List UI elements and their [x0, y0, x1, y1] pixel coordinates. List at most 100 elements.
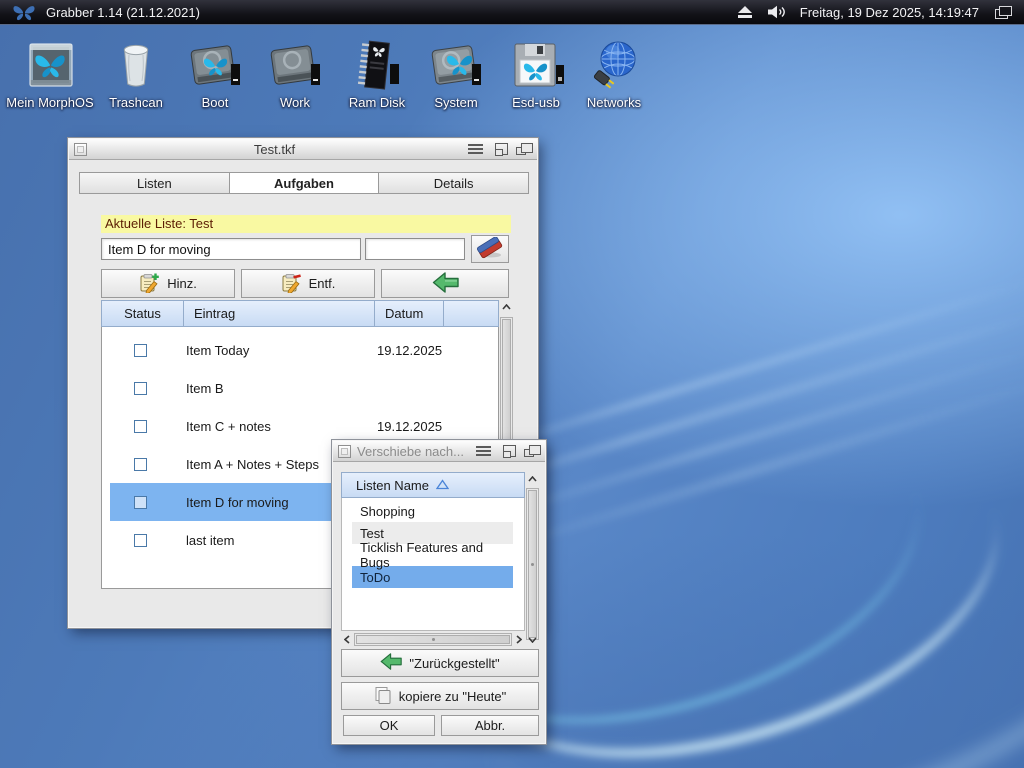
scroll-right-icon[interactable]	[513, 633, 525, 646]
tab-bar: Listen Aufgaben Details	[79, 172, 529, 194]
copy-to-today-button[interactable]: kopiere zu "Heute"	[341, 682, 539, 710]
desktop-icon-label: Work	[251, 95, 339, 110]
list-item[interactable]: Ticklish Features and Bugs	[352, 544, 513, 566]
scroll-up-icon[interactable]	[499, 300, 513, 314]
notepad-minus-icon	[281, 272, 302, 296]
scrollbar-thumb[interactable]	[356, 635, 510, 644]
window-title: Verschiebe nach...	[351, 444, 470, 459]
desktop-icon-label: Mein MorphOS	[6, 95, 94, 110]
morphos-butterfly-icon	[12, 4, 36, 21]
green-arrow-left-icon	[432, 271, 459, 297]
list-item-label: ToDo	[360, 570, 390, 585]
list-item-label: Shopping	[360, 504, 415, 519]
desktop-icon-label: Boot	[171, 95, 259, 110]
list-name-column-header[interactable]: Listen Name	[341, 472, 525, 498]
row-date: 19.12.2025	[377, 419, 467, 434]
menu-icon[interactable]	[476, 446, 491, 448]
close-icon[interactable]	[74, 143, 87, 156]
harddisk-icon	[251, 34, 339, 92]
eject-icon[interactable]	[737, 5, 753, 19]
cancel-button-label: Abbr.	[475, 718, 505, 733]
table-row[interactable]: Item B	[110, 369, 496, 407]
status-checkbox[interactable]	[134, 534, 147, 547]
scrollbar-thumb[interactable]	[528, 490, 537, 638]
table-header: Status Eintrag Datum	[101, 300, 499, 327]
depth-icon[interactable]	[516, 147, 526, 155]
desktop-icon-work[interactable]: Work	[251, 34, 339, 110]
close-icon[interactable]	[338, 445, 351, 458]
desktop-icon-boot[interactable]: Boot	[171, 34, 259, 110]
desktop-icon-label: Esd-usb	[492, 95, 580, 110]
column-header-eintrag[interactable]: Eintrag	[184, 300, 375, 327]
menubar-clock: Freitag, 19 Dez 2025, 14:19:47	[800, 5, 979, 20]
cancel-button[interactable]: Abbr.	[441, 715, 539, 736]
depth-icon[interactable]	[524, 449, 534, 457]
green-arrow-left-icon	[380, 652, 402, 674]
desktop-icon-label: Networks	[570, 95, 658, 110]
status-checkbox[interactable]	[134, 344, 147, 357]
network-globe-icon	[570, 34, 658, 92]
notepad-plus-icon	[139, 272, 160, 296]
menubar[interactable]: Grabber 1.14 (21.12.2021) Freitag, 19 De…	[0, 0, 1024, 25]
titlebar[interactable]: Verschiebe nach...	[333, 441, 545, 462]
list-item-label: Test	[360, 526, 384, 541]
desktop-icon-trashcan[interactable]: Trashcan	[92, 34, 180, 110]
entry-input[interactable]	[101, 238, 361, 260]
status-checkbox[interactable]	[134, 420, 147, 433]
scroll-up-icon[interactable]	[525, 472, 539, 486]
row-entry: Item C + notes	[186, 419, 377, 434]
active-app-title: Grabber 1.14 (21.12.2021)	[46, 5, 200, 20]
copy-button-label: kopiere zu "Heute"	[399, 689, 507, 704]
scrollbar-trough[interactable]	[354, 633, 512, 646]
trashcan-icon	[92, 34, 180, 92]
desktop-icon-esd-usb[interactable]: Esd-usb	[492, 34, 580, 110]
add-button-label: Hinz.	[167, 276, 197, 291]
list-body: Shopping Test Ticklish Features and Bugs…	[341, 498, 525, 631]
list-item[interactable]: Shopping	[352, 500, 513, 522]
remove-button[interactable]: Entf.	[241, 269, 375, 298]
table-row[interactable]: Item Today 19.12.2025	[110, 331, 496, 369]
action-button-row: Hinz. Entf.	[101, 269, 509, 298]
screens-icon[interactable]	[995, 6, 1012, 19]
row-entry: Item B	[186, 381, 377, 396]
list-header-label: Listen Name	[356, 478, 429, 493]
tab-details[interactable]: Details	[379, 172, 529, 194]
clear-button[interactable]	[471, 235, 509, 263]
move-button[interactable]	[381, 269, 509, 298]
status-checkbox[interactable]	[134, 496, 147, 509]
tab-listen[interactable]: Listen	[79, 172, 230, 194]
remove-button-label: Entf.	[309, 276, 336, 291]
harddisk-butterfly-icon	[412, 34, 500, 92]
deferred-button[interactable]: "Zurückgestellt"	[341, 649, 539, 677]
status-checkbox[interactable]	[134, 382, 147, 395]
scroll-down-icon[interactable]	[526, 633, 539, 646]
desktop-icon-label: Trashcan	[92, 95, 180, 110]
deferred-button-label: "Zurückgestellt"	[409, 656, 499, 671]
scrollbar-trough[interactable]	[526, 488, 539, 640]
scroll-left-icon[interactable]	[341, 633, 353, 646]
desktop-icon-networks[interactable]: Networks	[570, 34, 658, 110]
sort-ascending-icon	[436, 478, 449, 493]
speaker-icon[interactable]	[767, 5, 786, 19]
desktop-icon-ram-disk[interactable]: Ram Disk	[333, 34, 421, 110]
harddisk-butterfly-icon	[171, 34, 259, 92]
zoom-icon[interactable]	[495, 143, 508, 155]
list-item-label: Ticklish Features and Bugs	[360, 540, 513, 570]
horizontal-scrollbar[interactable]	[341, 633, 525, 646]
titlebar[interactable]: Test.tkf	[69, 139, 537, 160]
vertical-scrollbar[interactable]	[525, 472, 539, 640]
column-header-empty[interactable]	[444, 300, 499, 327]
ok-button-label: OK	[380, 718, 399, 733]
menu-icon[interactable]	[468, 144, 483, 146]
tab-aufgaben[interactable]: Aufgaben	[230, 172, 380, 194]
ok-button[interactable]: OK	[343, 715, 435, 736]
date-input[interactable]	[365, 238, 465, 260]
desktop-icon-system[interactable]: System	[412, 34, 500, 110]
column-header-status[interactable]: Status	[101, 300, 184, 327]
desktop-icon-mein-morphos[interactable]: Mein MorphOS	[6, 34, 94, 110]
eraser-icon	[476, 237, 504, 262]
add-button[interactable]: Hinz.	[101, 269, 235, 298]
zoom-icon[interactable]	[503, 445, 516, 457]
column-header-datum[interactable]: Datum	[375, 300, 444, 327]
status-checkbox[interactable]	[134, 458, 147, 471]
